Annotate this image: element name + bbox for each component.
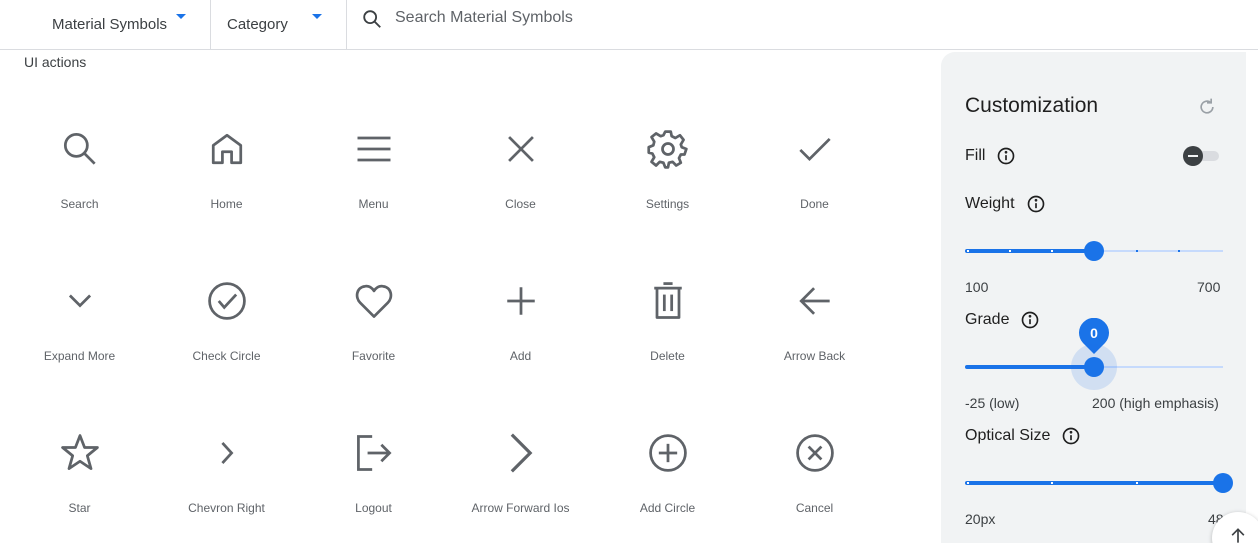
search-icon bbox=[63, 132, 96, 165]
optical-size-slider[interactable] bbox=[965, 468, 1233, 498]
weight-min: 100 bbox=[965, 279, 989, 295]
settings-icon bbox=[647, 130, 688, 169]
icon-tile-delete[interactable]: Delete bbox=[594, 249, 741, 401]
reset-icon[interactable] bbox=[1197, 97, 1217, 117]
fill-label: Fill bbox=[965, 147, 986, 164]
icon-tile-label: Expand More bbox=[43, 349, 116, 363]
check-circle-icon bbox=[208, 282, 246, 320]
optical-size-slider-thumb[interactable] bbox=[1213, 473, 1233, 493]
category-dropdown-label: Category bbox=[227, 16, 288, 33]
logout-icon bbox=[357, 435, 392, 471]
divider bbox=[210, 0, 211, 49]
icon-tile-label: Star bbox=[68, 501, 91, 515]
icon-tile-label: Arrow Forward Ios bbox=[471, 501, 570, 515]
icon-tile-label: Check Circle bbox=[192, 349, 261, 363]
grade-value: 0 bbox=[1090, 325, 1098, 341]
weight-slider-thumb[interactable] bbox=[1084, 241, 1104, 261]
icon-tile-label: Cancel bbox=[795, 501, 834, 515]
add-icon bbox=[507, 287, 535, 315]
arrow-back-icon bbox=[799, 287, 830, 315]
menu-icon bbox=[357, 136, 391, 162]
grade-slider[interactable] bbox=[965, 344, 1223, 390]
fill-row: Fill bbox=[965, 146, 1016, 166]
toggle-off-icon bbox=[1183, 146, 1203, 166]
icon-grid: Search Home Menu Close Settings Done Exp… bbox=[6, 97, 886, 543]
favorite-icon bbox=[355, 284, 393, 318]
home-icon bbox=[211, 133, 243, 165]
icon-tile-arrow-forward-ios[interactable]: Arrow Forward Ios bbox=[447, 401, 594, 543]
icon-tile-arrow-back[interactable]: Arrow Back bbox=[741, 249, 888, 401]
icon-tile-star[interactable]: Star bbox=[6, 401, 153, 543]
star-icon bbox=[61, 434, 99, 470]
icon-tile-add[interactable]: Add bbox=[447, 249, 594, 401]
add-circle-icon bbox=[649, 434, 687, 472]
icon-tile-label: Menu bbox=[358, 197, 389, 211]
top-bar: Material Symbols Category bbox=[0, 0, 1258, 50]
section-title: UI actions bbox=[24, 54, 87, 70]
icon-tile-label: Home bbox=[210, 197, 243, 211]
icon-family-dropdown-label: Material Symbols bbox=[52, 16, 168, 33]
category-dropdown[interactable]: Category bbox=[227, 0, 345, 49]
icon-tile-favorite[interactable]: Favorite bbox=[300, 249, 447, 401]
icon-tile-done[interactable]: Done bbox=[741, 97, 888, 249]
optical-size-min: 20px bbox=[965, 511, 996, 527]
grade-min: -25 (low) bbox=[965, 395, 1020, 411]
close-icon bbox=[508, 136, 534, 162]
search-icon bbox=[363, 10, 381, 28]
info-icon[interactable] bbox=[996, 146, 1016, 166]
icon-family-dropdown[interactable]: Material Symbols bbox=[52, 0, 210, 49]
icon-tile-label: Arrow Back bbox=[783, 349, 846, 363]
delete-icon bbox=[654, 282, 682, 319]
icon-tile-logout[interactable]: Logout bbox=[300, 401, 447, 543]
icon-tile-label: Add bbox=[509, 349, 532, 363]
icon-tile-cancel[interactable]: Cancel bbox=[741, 401, 888, 543]
icon-tile-label: Favorite bbox=[351, 349, 396, 363]
icon-tile-label: Done bbox=[800, 197, 829, 211]
cancel-icon bbox=[796, 434, 834, 472]
info-icon[interactable] bbox=[1026, 194, 1046, 214]
search-bar bbox=[347, 0, 947, 49]
info-icon[interactable] bbox=[1020, 310, 1040, 330]
optical-size-row: Optical Size bbox=[965, 426, 1081, 446]
info-icon[interactable] bbox=[1061, 426, 1081, 446]
grade-label: Grade bbox=[965, 311, 1010, 328]
fill-toggle[interactable] bbox=[1183, 146, 1219, 166]
icon-tile-chevron-right[interactable]: Chevron Right bbox=[153, 401, 300, 543]
done-icon bbox=[799, 137, 831, 162]
panel-title: Customization bbox=[965, 94, 1099, 117]
weight-max: 700 bbox=[1197, 279, 1221, 295]
search-input[interactable] bbox=[395, 6, 895, 30]
icon-tile-expand-more[interactable]: Expand More bbox=[6, 249, 153, 401]
dropdown-caret-icon bbox=[312, 14, 322, 19]
icon-tile-label: Logout bbox=[355, 501, 392, 515]
weight-row: Weight bbox=[965, 194, 1046, 214]
icon-tile-close[interactable]: Close bbox=[447, 97, 594, 249]
icon-tile-label: Add Circle bbox=[639, 501, 696, 515]
weight-label: Weight bbox=[965, 195, 1015, 212]
icon-tile-settings[interactable]: Settings bbox=[594, 97, 741, 249]
icon-tile-add-circle[interactable]: Add Circle bbox=[594, 401, 741, 543]
icon-tile-check-circle[interactable]: Check Circle bbox=[153, 249, 300, 401]
icon-tile-menu[interactable]: Menu bbox=[300, 97, 447, 249]
arrow-forward-ios-icon bbox=[510, 433, 533, 473]
dropdown-caret-icon bbox=[176, 14, 186, 19]
optical-size-label: Optical Size bbox=[965, 427, 1051, 444]
weight-slider[interactable] bbox=[965, 236, 1223, 266]
icon-tile-label: Chevron Right bbox=[188, 501, 265, 515]
icon-tile-home[interactable]: Home bbox=[153, 97, 300, 249]
customization-panel: Customization Fill Weight 100 700 Grade … bbox=[941, 52, 1246, 543]
grade-row: Grade bbox=[965, 310, 1040, 330]
icon-tile-label: Search bbox=[60, 197, 99, 211]
icon-tile-label: Settings bbox=[645, 197, 690, 211]
icon-tile-search[interactable]: Search bbox=[6, 97, 153, 249]
icon-tile-label: Delete bbox=[650, 349, 685, 363]
grade-slider-thumb[interactable] bbox=[1084, 357, 1104, 377]
expand-more-icon bbox=[68, 294, 92, 308]
grade-max: 200 (high emphasis) bbox=[1092, 395, 1219, 411]
chevron-right-icon bbox=[221, 441, 234, 465]
icon-tile-label: Close bbox=[505, 197, 536, 211]
arrow-upward-icon bbox=[1231, 528, 1245, 543]
